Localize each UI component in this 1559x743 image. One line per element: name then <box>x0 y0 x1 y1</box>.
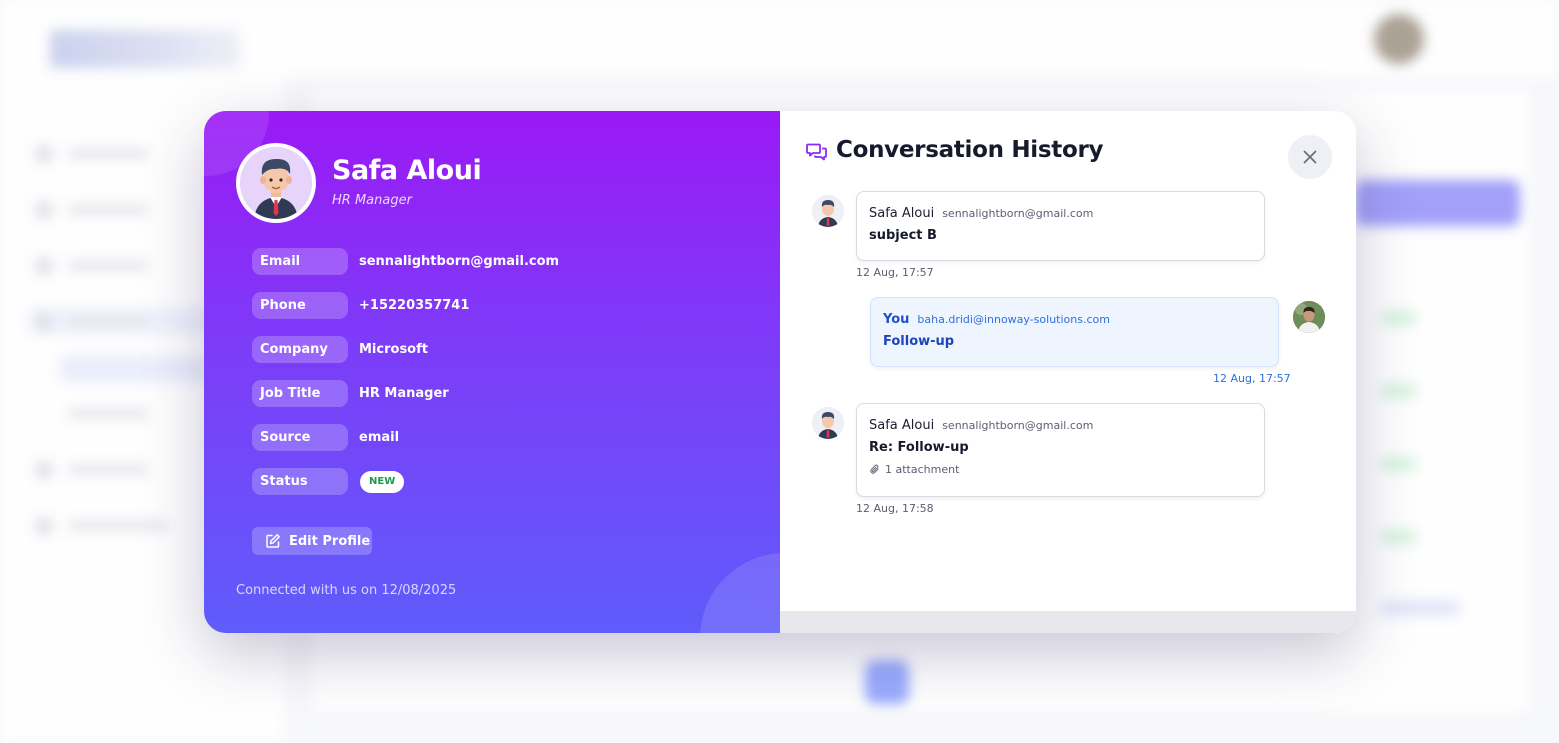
info-label: Job Title <box>252 380 348 407</box>
status-badge: NEW <box>360 470 405 493</box>
attachment-indicator[interactable]: 1 attachment <box>869 463 1252 476</box>
sender-avatar <box>812 195 844 227</box>
connected-since: Connected with us on 12/08/2025 <box>236 583 457 598</box>
info-row-job-title: Job Title HR Manager <box>252 380 449 407</box>
history-title: Conversation History <box>836 137 1104 163</box>
info-row-company: Company Microsoft <box>252 336 428 363</box>
info-row-source: Source email <box>252 424 399 451</box>
message-sender: Safa Aloui <box>869 418 935 433</box>
info-value-email[interactable]: sennalightborn@gmail.com <box>359 254 559 269</box>
user-avatar <box>1293 301 1325 333</box>
edit-icon <box>266 534 280 548</box>
info-label: Status <box>252 468 348 495</box>
avatar-illustration-icon <box>812 195 844 227</box>
info-label: Phone <box>252 292 348 319</box>
info-label: Source <box>252 424 348 451</box>
contact-modal: Safa Aloui HR Manager Email sennalightbo… <box>204 111 1356 633</box>
info-row-status: Status NEW <box>252 468 405 495</box>
message-sender-email: sennalightborn@gmail.com <box>942 207 1094 220</box>
message-subject: subject B <box>869 228 937 243</box>
message-time: 12 Aug, 17:58 <box>856 502 934 515</box>
edit-profile-label: Edit Profile <box>289 533 371 549</box>
user-photo-icon <box>1293 301 1325 333</box>
info-row-email: Email sennalightborn@gmail.com <box>252 248 559 275</box>
decorative-circle <box>700 553 780 633</box>
message-sender: Safa Aloui <box>869 206 935 221</box>
message-time: 12 Aug, 17:57 <box>856 266 934 279</box>
paperclip-icon <box>870 464 879 474</box>
profile-role: HR Manager <box>332 193 412 208</box>
info-label: Email <box>252 248 348 275</box>
profile-avatar <box>236 143 316 223</box>
message-sender-email: sennalightborn@gmail.com <box>942 419 1094 432</box>
avatar-illustration-icon <box>812 407 844 439</box>
conversation-history-panel: Conversation History Safa Aloui sennalig… <box>780 111 1356 633</box>
info-row-phone: Phone +15220357741 <box>252 292 469 319</box>
edit-profile-button[interactable]: Edit Profile <box>252 527 372 555</box>
sender-avatar <box>812 407 844 439</box>
info-value-phone: +15220357741 <box>359 298 470 313</box>
message-subject: Follow-up <box>883 334 955 349</box>
message-card-own[interactable]: You baha.dridi@innoway-solutions.com Fol… <box>870 297 1279 367</box>
message-card[interactable]: Safa Aloui sennalightborn@gmail.com Re: … <box>856 403 1265 497</box>
chat-icon <box>806 143 827 161</box>
info-label: Company <box>252 336 348 363</box>
info-value-source: email <box>359 430 400 445</box>
message-subject: Re: Follow-up <box>869 440 969 455</box>
message-time: 12 Aug, 17:57 <box>1213 372 1291 385</box>
info-value-company: Microsoft <box>359 342 428 357</box>
message-sender-email: baha.dridi@innoway-solutions.com <box>917 313 1110 326</box>
profile-panel: Safa Aloui HR Manager Email sennalightbo… <box>204 111 780 633</box>
close-icon <box>1303 150 1317 164</box>
profile-name: Safa Aloui <box>332 155 482 186</box>
avatar-illustration-icon <box>240 147 312 219</box>
history-footer <box>780 611 1356 633</box>
info-value-job-title: HR Manager <box>359 386 449 401</box>
message-card[interactable]: Safa Aloui sennalightborn@gmail.com subj… <box>856 191 1265 261</box>
close-button[interactable] <box>1288 135 1332 179</box>
attachment-count: 1 attachment <box>885 463 960 476</box>
message-sender: You <box>883 312 910 327</box>
